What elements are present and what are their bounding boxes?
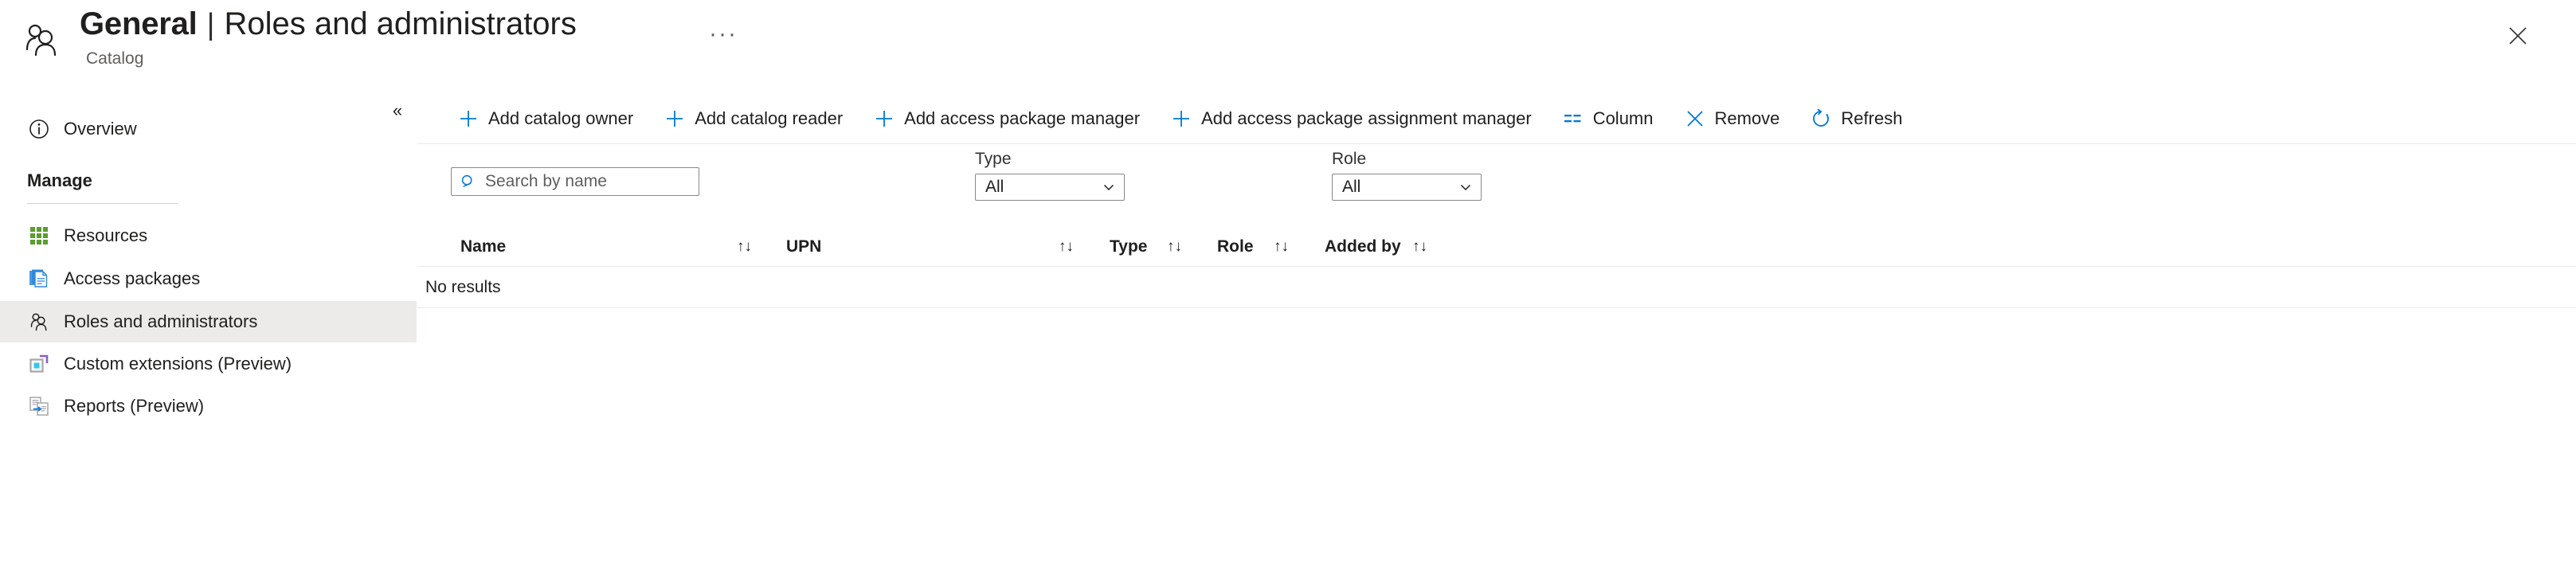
page-title-separator: | [207, 8, 215, 42]
sort-icon-upn[interactable]: ↑↓ [1059, 227, 1074, 267]
sidebar-item-label: Reports (Preview) [64, 396, 204, 417]
sidebar-section-manage: Manage [27, 170, 92, 191]
sidebar-item-label: Custom extensions (Preview) [64, 354, 292, 374]
sidebar-divider [27, 203, 178, 204]
role-filter-label: Role [1332, 150, 1482, 169]
column-button[interactable]: Column [1556, 100, 1660, 137]
plus-icon [457, 108, 480, 130]
toolbar-button-label: Add access package manager [904, 108, 1140, 129]
column-header-role[interactable]: Role [1217, 227, 1254, 267]
sort-icon-added-by[interactable]: ↑↓ [1412, 227, 1427, 267]
add-catalog-owner-button[interactable]: Add catalog owner [451, 100, 640, 137]
empty-state-message: No results [417, 267, 2576, 308]
plus-icon [664, 108, 686, 130]
people-icon [27, 310, 51, 334]
sidebar-item-label: Resources [64, 225, 147, 246]
roles-table: Name ↑↓ UPN ↑↓ Type ↑↓ Role ↑↓ Added by … [417, 227, 2576, 308]
toolbar-button-label: Column [1593, 108, 1654, 129]
column-header-upn[interactable]: UPN [786, 227, 821, 267]
toolbar-button-label: Add catalog reader [695, 108, 843, 129]
documents-icon [27, 267, 51, 291]
role-filter: Role All [1332, 150, 1482, 201]
column-header-type[interactable]: Type [1110, 227, 1147, 267]
people-icon [22, 21, 61, 59]
chevron-down-icon [1458, 180, 1473, 194]
add-access-package-assignment-manager-button[interactable]: Add access package assignment manager [1164, 100, 1538, 137]
sidebar-item-label: Access packages [64, 268, 200, 289]
cross-icon [1684, 108, 1706, 130]
role-filter-select[interactable]: All [1332, 174, 1482, 201]
close-icon[interactable] [2500, 18, 2536, 54]
sidebar-item-resources[interactable]: Resources [0, 215, 417, 256]
remove-button[interactable]: Remove [1678, 100, 1787, 137]
table-header-row: Name ↑↓ UPN ↑↓ Type ↑↓ Role ↑↓ Added by … [417, 227, 2576, 267]
type-filter-select[interactable]: All [975, 174, 1125, 201]
breadcrumb: Catalog [86, 49, 143, 68]
report-icon [27, 394, 51, 418]
add-access-package-manager-button[interactable]: Add access package manager [867, 100, 1146, 137]
toolbar-button-label: Add access package assignment manager [1201, 108, 1532, 129]
page-header: General | Roles and administrators ··· C… [0, 0, 2576, 94]
sidebar-item-label: Roles and administrators [64, 311, 257, 332]
plus-icon [1170, 108, 1192, 130]
content-area: Add catalog owner Add catalog reader [417, 94, 2576, 583]
page-title-main: General [80, 6, 198, 42]
command-toolbar: Add catalog owner Add catalog reader [417, 94, 1926, 143]
toolbar-button-label: Remove [1715, 108, 1780, 129]
type-filter-value: All [985, 178, 1004, 197]
toolbar-button-label: Add catalog owner [488, 108, 633, 129]
toolbar-divider [417, 143, 2576, 144]
more-options-button[interactable]: ··· [701, 18, 746, 51]
toolbar-button-label: Refresh [1841, 108, 1902, 129]
page-title: General | Roles and administrators [80, 6, 577, 42]
sort-icon-name[interactable]: ↑↓ [737, 227, 752, 267]
extension-icon [27, 352, 51, 376]
plus-icon [873, 108, 895, 130]
sidebar-item-overview[interactable]: Overview [0, 108, 417, 150]
sort-icon-type[interactable]: ↑↓ [1167, 227, 1182, 267]
role-filter-value: All [1342, 178, 1360, 197]
chevron-down-icon [1102, 180, 1116, 194]
sidebar: « Overview Manage [0, 94, 417, 583]
column-header-added-by[interactable]: Added by [1325, 227, 1401, 267]
grid-icon [27, 224, 51, 248]
sidebar-item-label: Overview [64, 119, 137, 139]
sidebar-item-custom-extensions[interactable]: Custom extensions (Preview) [0, 343, 417, 385]
type-filter: Type All [975, 150, 1125, 201]
sidebar-item-access-packages[interactable]: Access packages [0, 258, 417, 299]
type-filter-label: Type [975, 150, 1125, 169]
column-icon [1562, 108, 1584, 130]
sort-icon-role[interactable]: ↑↓ [1274, 227, 1289, 267]
refresh-button[interactable]: Refresh [1803, 100, 1909, 137]
search-icon [460, 173, 477, 190]
page-title-sub: Roles and administrators [224, 6, 576, 42]
search-box[interactable] [451, 167, 699, 196]
roles-and-administrators-page: General | Roles and administrators ··· C… [0, 0, 2576, 583]
search-input[interactable] [483, 171, 687, 192]
sidebar-item-roles-and-administrators[interactable]: Roles and administrators [0, 301, 417, 342]
refresh-icon [1810, 108, 1832, 130]
info-icon [27, 117, 51, 141]
sidebar-item-reports[interactable]: Reports (Preview) [0, 385, 417, 427]
column-header-name[interactable]: Name [460, 227, 506, 267]
add-catalog-reader-button[interactable]: Add catalog reader [657, 100, 849, 137]
